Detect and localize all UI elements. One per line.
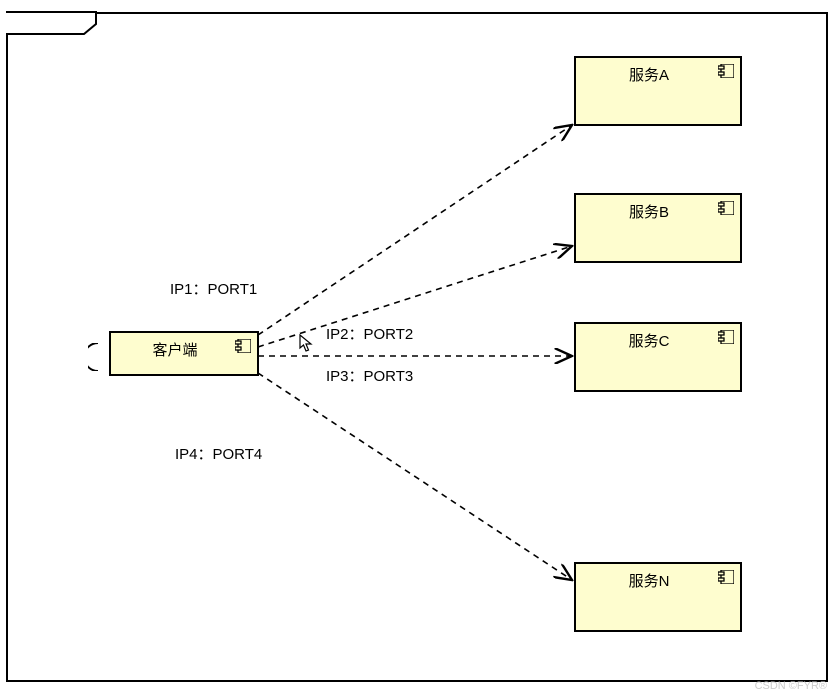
service-c-component: 服务C (574, 322, 742, 392)
service-n-component: 服务N (574, 562, 742, 632)
service-a-label: 服务A (576, 64, 740, 85)
service-c-label: 服务C (576, 330, 740, 351)
watermark: CSDN ©FYR® (755, 680, 827, 692)
edge-label-3: IP3：PORT3 (326, 365, 413, 386)
edge-label-1: IP1：PORT1 (170, 278, 257, 299)
client-component: 客户端 (109, 331, 259, 376)
service-b-component: 服务B (574, 193, 742, 263)
frame-tab: cmp 问题 (10, 14, 89, 37)
edge-label-2: IP2：PORT2 (326, 323, 413, 344)
component-icon (235, 339, 251, 353)
frame-prefix: cmp (16, 17, 47, 34)
service-a-component: 服务A (574, 56, 742, 126)
service-n-label: 服务N (576, 570, 740, 591)
diagram-canvas: cmp 问题 客户端 服务A (0, 0, 837, 694)
component-icon (718, 330, 734, 344)
frame-title: 问题 (51, 17, 81, 34)
component-icon (718, 64, 734, 78)
component-icon (718, 201, 734, 215)
service-b-label: 服务B (576, 201, 740, 222)
edge-label-4: IP4：PORT4 (175, 443, 262, 464)
mouse-cursor-icon (299, 334, 317, 352)
component-icon (718, 570, 734, 584)
required-interface-socket (88, 343, 108, 371)
